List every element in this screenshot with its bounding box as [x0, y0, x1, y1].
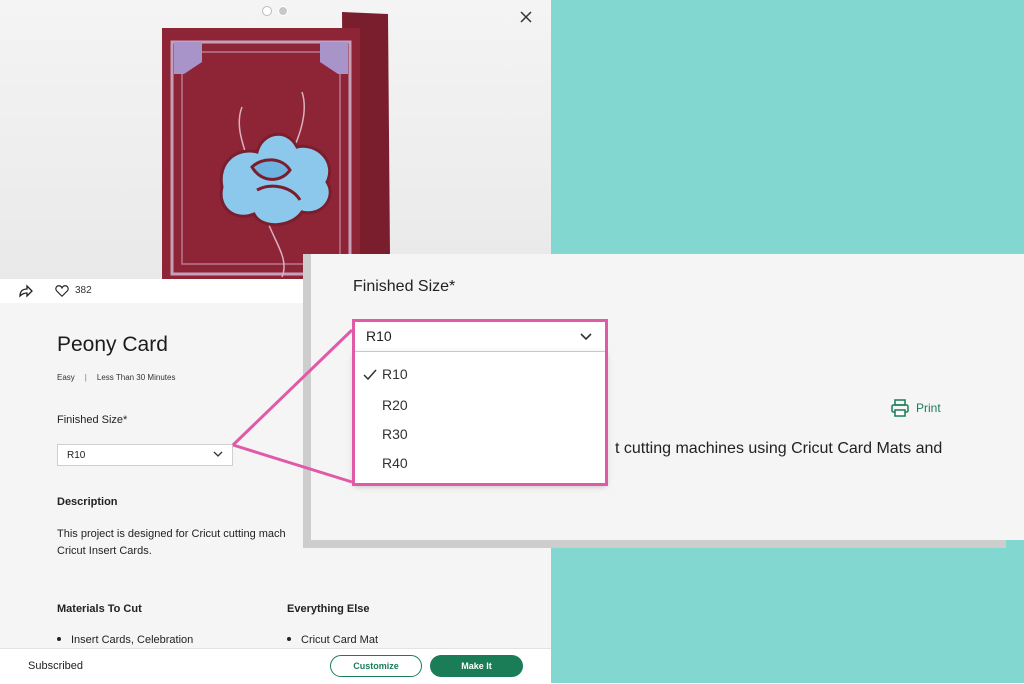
heart-icon[interactable] [55, 284, 69, 298]
share-icon[interactable] [17, 283, 33, 299]
carousel-dot[interactable] [278, 6, 288, 16]
chevron-down-icon [213, 451, 223, 457]
carousel-dot[interactable] [262, 6, 272, 16]
zoom-finished-size-label: Finished Size* [353, 278, 456, 295]
peony-card-image [162, 12, 390, 279]
finished-size-value: R10 [67, 450, 86, 461]
project-hero-image [0, 0, 551, 279]
like-count: 382 [75, 285, 92, 296]
print-button[interactable]: Print [890, 398, 941, 418]
customize-button[interactable]: Customize [330, 655, 422, 677]
printer-icon [891, 399, 909, 417]
difficulty-label: Easy [57, 373, 75, 382]
project-footer: Subscribed Customize Make It [0, 648, 551, 684]
page-title: Peony Card [57, 333, 168, 356]
list-item: Cricut Card Mat [287, 634, 378, 646]
make-it-button[interactable]: Make It [430, 655, 523, 677]
list-item: Insert Cards, Celebration [57, 634, 193, 646]
description-heading: Description [57, 496, 118, 508]
highlight-frame [352, 319, 608, 486]
close-icon [520, 11, 532, 23]
materials-heading: Materials To Cut [57, 603, 142, 615]
subscription-status: Subscribed [28, 660, 84, 672]
close-button[interactable] [516, 8, 536, 28]
image-carousel-dots [262, 6, 288, 16]
project-meta: Easy | Less Than 30 Minutes [57, 373, 176, 382]
duration-label: Less Than 30 Minutes [96, 373, 176, 382]
zoom-description-text: t cutting machines using Cricut Card Mat… [615, 440, 943, 457]
finished-size-label: Finished Size* [57, 414, 128, 426]
everything-else-heading: Everything Else [287, 603, 370, 615]
print-label: Print [916, 401, 941, 415]
finished-size-select[interactable]: R10 [57, 444, 233, 466]
